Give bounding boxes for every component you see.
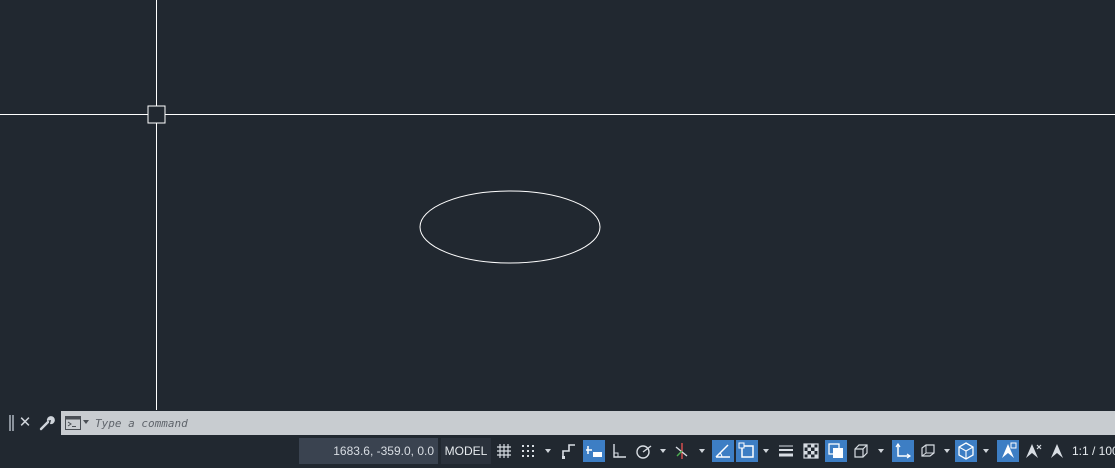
lineweight-icon — [779, 445, 793, 457]
selection-filter-button[interactable] — [917, 440, 939, 462]
3d-osnap-icon — [854, 444, 868, 458]
dynamic-ucs-icon — [895, 442, 912, 459]
isodraft-button[interactable] — [671, 440, 693, 462]
annotation-visibility-button[interactable] — [997, 440, 1019, 462]
annotation-autoscale-icon — [1026, 444, 1042, 458]
annotation-scale-button[interactable] — [1046, 440, 1068, 462]
wrench-icon[interactable] — [38, 414, 56, 432]
model-space-button[interactable]: MODEL — [441, 438, 491, 464]
polar-tracking-icon — [636, 445, 652, 459]
polar-tracking-button[interactable] — [633, 440, 655, 462]
selection-cycling-button[interactable] — [825, 440, 847, 462]
chevron-down-icon[interactable] — [660, 449, 666, 453]
chevron-down-icon[interactable] — [545, 449, 551, 453]
snap-mode-button[interactable] — [517, 440, 539, 462]
annotation-visibility-icon — [1002, 442, 1017, 458]
drag-grip-icon[interactable] — [9, 415, 15, 431]
chevron-down-icon[interactable] — [763, 449, 769, 453]
grid-display-button[interactable] — [493, 440, 515, 462]
3d-object-snap-button[interactable] — [850, 440, 872, 462]
isodraft-icon — [675, 443, 688, 459]
object-snap-button[interactable] — [736, 440, 758, 462]
chevron-down-icon[interactable] — [699, 449, 705, 453]
dynamic-input-button[interactable] — [583, 440, 605, 462]
gizmo-button[interactable] — [955, 440, 977, 462]
ortho-icon — [613, 444, 626, 458]
infer-constraints-button[interactable] — [558, 440, 580, 462]
grid-icon — [497, 444, 511, 458]
chevron-down-icon[interactable] — [83, 420, 89, 424]
object-snap-tracking-button[interactable] — [712, 440, 734, 462]
pickbox-cursor — [147, 105, 166, 124]
drawing-canvas[interactable] — [0, 0, 1115, 410]
close-icon[interactable]: ✕ — [18, 413, 32, 431]
selection-filter-icon — [921, 444, 935, 457]
gizmo-icon — [958, 442, 974, 460]
command-input-container[interactable] — [61, 411, 1115, 435]
annotation-scale-readout[interactable]: 1:1 / 100% — [1072, 438, 1115, 464]
selection-cycling-icon — [828, 443, 843, 458]
snap-tracking-icon — [715, 444, 730, 458]
ortho-mode-button[interactable] — [608, 440, 630, 462]
command-prompt-icon[interactable] — [65, 416, 81, 430]
annotation-autoscale-button[interactable] — [1022, 440, 1044, 462]
infer-constraints-icon — [562, 444, 575, 459]
chevron-down-icon[interactable] — [878, 449, 884, 453]
object-snap-icon — [738, 442, 754, 458]
ellipse-entity[interactable] — [419, 190, 601, 264]
annotation-scale-icon — [1051, 444, 1063, 458]
transparency-button[interactable] — [800, 440, 822, 462]
show-lineweight-button[interactable] — [775, 440, 797, 462]
chevron-down-icon[interactable] — [983, 449, 989, 453]
dynamic-ucs-button[interactable] — [892, 440, 914, 462]
dynamic-input-icon — [586, 446, 602, 457]
coordinates-readout[interactable]: 1683.6, -359.0, 0.0 — [299, 438, 438, 464]
chevron-down-icon[interactable] — [944, 449, 950, 453]
transparency-icon — [803, 443, 819, 459]
snap-dots-icon — [522, 445, 534, 457]
command-input[interactable] — [95, 413, 1095, 433]
